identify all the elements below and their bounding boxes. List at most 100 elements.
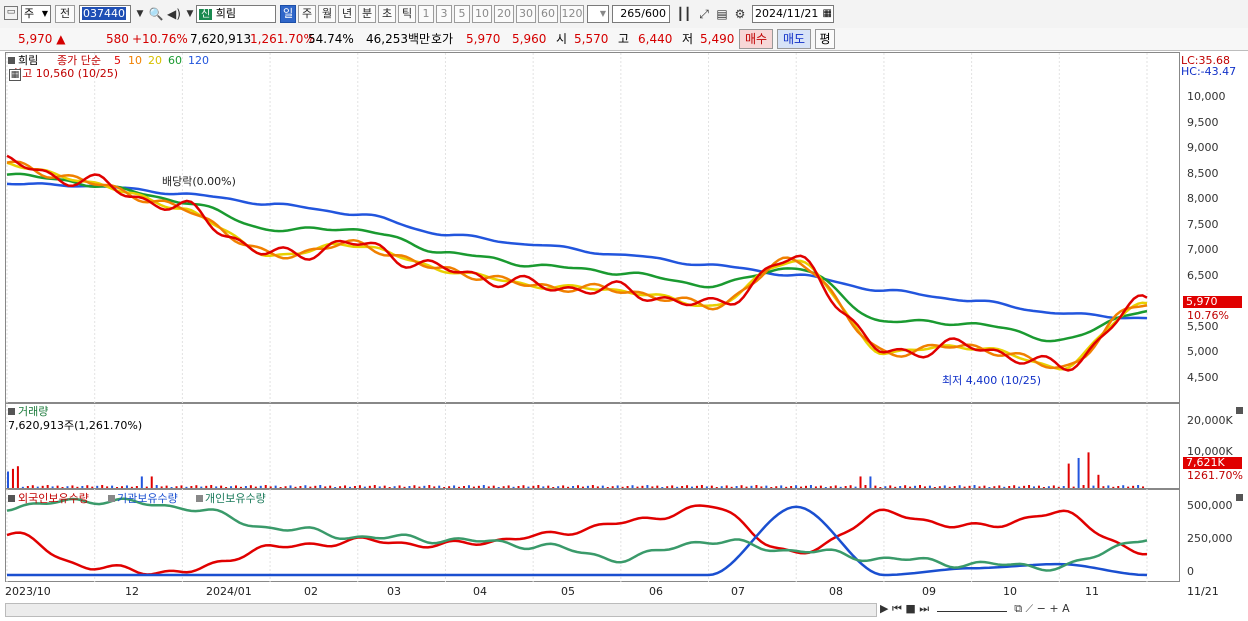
- volume-bar: [443, 487, 446, 488]
- stop-icon[interactable]: ■: [905, 602, 915, 615]
- volume-bar: [686, 485, 689, 488]
- volume-bar: [1037, 485, 1040, 488]
- volume-bar: [339, 486, 342, 488]
- volume-bar: [839, 486, 842, 488]
- volume-bar: [1092, 485, 1095, 488]
- last-icon[interactable]: ⏭: [919, 602, 929, 615]
- volume-bar: [611, 486, 614, 488]
- volume-bar: [601, 485, 604, 488]
- calendar-icon[interactable]: ▦: [9, 69, 21, 81]
- x-tick-label: 04: [473, 585, 487, 598]
- volume-bar: [740, 485, 743, 488]
- volume-bar: [418, 486, 421, 488]
- volume-bar: [46, 485, 49, 488]
- volume-bar: [1052, 485, 1055, 488]
- volume-bar: [581, 486, 584, 488]
- volume-bar: [1117, 486, 1120, 488]
- volume-bar: [76, 486, 79, 488]
- volume-bar: [230, 486, 233, 488]
- volume-bar: [770, 487, 773, 488]
- ma-20-label: 20: [148, 54, 162, 67]
- volume-bar: [453, 485, 456, 488]
- x-tick-label: 2024/01: [206, 585, 252, 598]
- volume-bar: [106, 486, 109, 488]
- compare-icon[interactable]: ⧉: [1014, 602, 1022, 615]
- volume-bar: [899, 486, 902, 488]
- volume-bar: [51, 486, 54, 488]
- volume-bar: [606, 487, 609, 488]
- volume-bar: [532, 485, 535, 488]
- navigation-controls: ▶ ⏮ ■ ⏭ ⧉ ⟋ − + A: [880, 602, 1240, 616]
- volume-bar: [998, 485, 1001, 488]
- zoom-out-icon[interactable]: −: [1037, 602, 1046, 615]
- volume-bar: [1062, 486, 1065, 488]
- play-icon[interactable]: ▶: [880, 602, 888, 615]
- volume-bar: [800, 486, 803, 488]
- volume-bar: [958, 485, 961, 488]
- volume-bar: [413, 485, 416, 488]
- close-pane-icon[interactable]: [1236, 407, 1243, 414]
- pane-handle-icon[interactable]: [8, 408, 15, 415]
- volume-bar: [31, 485, 34, 488]
- volume-bar: [403, 486, 406, 488]
- volume-bar: [988, 487, 991, 488]
- volume-bar: [923, 486, 926, 488]
- volume-tick-20000k: 20,000K: [1187, 414, 1233, 427]
- draw-line-icon[interactable]: ⟋: [1026, 602, 1034, 615]
- institution-holding-label: 기관보유수량: [117, 492, 178, 505]
- last-pct-tag: 10.76%: [1187, 309, 1229, 322]
- chart-canvas[interactable]: [0, 0, 1248, 621]
- volume-bar: [983, 485, 986, 488]
- volume-bar: [666, 486, 669, 488]
- volume-bar: [1072, 486, 1075, 488]
- legend-square-icon: [108, 495, 115, 502]
- holding-line: [6, 497, 1148, 572]
- volume-bar: [492, 485, 495, 488]
- x-tick-label: 12: [125, 585, 139, 598]
- volume-bar: [1018, 486, 1021, 488]
- volume-bar: [289, 485, 292, 488]
- ma-10-label: 10: [128, 54, 142, 67]
- volume-bar: [180, 485, 183, 488]
- holding-tick-500000: 500,000: [1187, 499, 1233, 512]
- volume-bar: [824, 487, 827, 488]
- volume-bar: [1097, 474, 1100, 488]
- first-icon[interactable]: ⏮: [892, 602, 902, 615]
- price-tick: 8,500: [1187, 166, 1219, 180]
- volume-bar: [591, 485, 594, 488]
- horizontal-scrollbar[interactable]: [5, 603, 877, 617]
- volume-bar: [200, 486, 203, 488]
- volume-bar: [1107, 485, 1110, 488]
- volume-bar: [631, 485, 634, 488]
- zoom-in-icon[interactable]: +: [1049, 602, 1058, 615]
- volume-bar: [715, 487, 718, 488]
- font-icon[interactable]: A: [1062, 602, 1070, 615]
- volume-bar: [160, 486, 163, 488]
- close-pane-icon[interactable]: [1236, 494, 1243, 501]
- volume-bar: [220, 485, 223, 488]
- volume-bar: [1127, 486, 1130, 488]
- volume-bar: [938, 486, 941, 488]
- price-tick: 8,000: [1187, 192, 1219, 205]
- pane-handle-icon[interactable]: [8, 57, 15, 64]
- volume-bar: [963, 486, 966, 488]
- volume-bar: [879, 487, 882, 488]
- volume-bar: [353, 486, 356, 488]
- volume-bar: [527, 486, 530, 488]
- pane-handle-icon[interactable]: [8, 495, 15, 502]
- volume-bar: [814, 486, 817, 488]
- volume-bar: [1008, 486, 1011, 488]
- x-tick-label: 10: [1003, 585, 1017, 598]
- volume-bar: [388, 487, 391, 488]
- zoom-slider[interactable]: [936, 611, 1007, 612]
- holding-tick-250000: 250,000: [1187, 532, 1233, 545]
- volume-bar: [269, 486, 272, 488]
- volume-bar: [254, 486, 257, 488]
- ma-label: 종가 단순: [57, 54, 101, 67]
- x-tick-label: 2023/10: [5, 585, 51, 598]
- volume-bar: [1003, 486, 1006, 488]
- volume-bar: [720, 486, 723, 488]
- volume-bar: [140, 476, 143, 488]
- volume-bar: [81, 486, 84, 488]
- volume-bar: [909, 486, 912, 488]
